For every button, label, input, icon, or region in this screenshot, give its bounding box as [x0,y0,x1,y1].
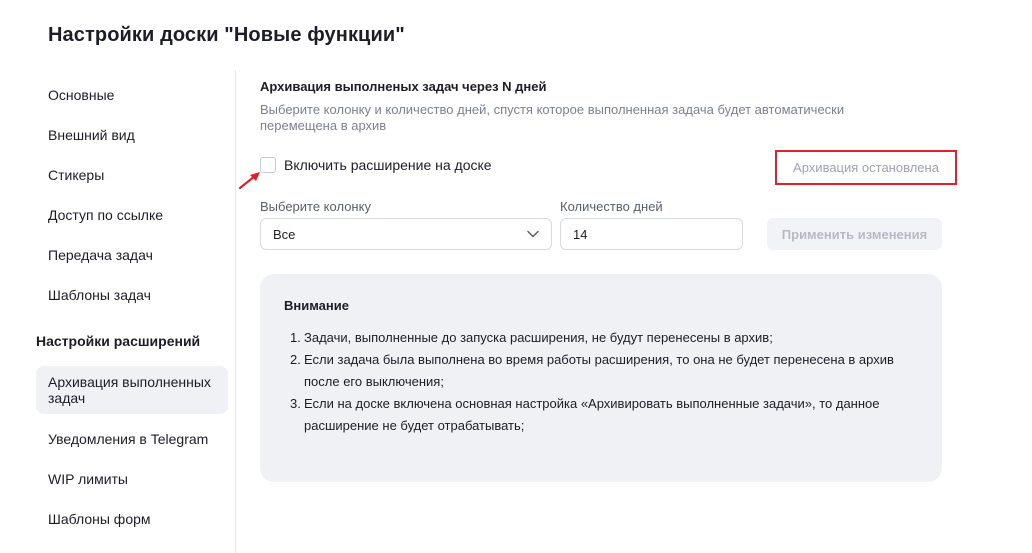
column-select-label: Выберите колонку [260,199,371,214]
section-description: Выберите колонку и количество дней, спус… [260,102,845,133]
sidebar-item-telegram[interactable]: Уведомления в Telegram [48,431,208,447]
enable-extension-checkbox[interactable] [260,157,276,173]
archive-status-badge: Архивация остановлена [775,150,957,185]
days-count-label: Количество дней [560,199,663,214]
sidebar-item-wip-limits[interactable]: WIP лимиты [48,471,128,487]
sidebar-item-archive-completed[interactable]: Архивация выполненных задач [36,366,228,414]
enable-extension-checkbox-row[interactable]: Включить расширение на доске [260,157,492,173]
section-title: Архивация выполненых задач через N дней [260,79,547,94]
apply-changes-button[interactable]: Применить изменения [767,218,942,250]
days-count-input[interactable] [560,218,743,250]
board-settings-page: Настройки доски "Новые функции" Основные… [0,0,1032,553]
sidebar-item-general[interactable]: Основные [48,87,114,103]
sidebar-item-form-templates[interactable]: Шаблоны форм [48,511,151,527]
column-select-value: Все [273,226,296,242]
sidebar-item-stickers[interactable]: Стикеры [48,167,104,183]
notice-title: Внимание [284,298,349,313]
list-item: 3. Если на доске включена основная настр… [290,396,880,433]
list-item: 2. Если задача была выполнена во время р… [290,352,894,389]
sidebar-item-link-access[interactable]: Доступ по ссылке [48,207,163,223]
chevron-down-icon [527,230,539,238]
list-item: 1. Задачи, выполненные до запуска расшир… [290,330,773,345]
notice-list: 1. Задачи, выполненные до запуска расшир… [284,327,918,437]
sidebar: Основные Внешний вид Стикеры Доступ по с… [0,70,236,553]
enable-extension-label: Включить расширение на доске [284,157,492,173]
red-arrow-icon [238,172,260,190]
sidebar-item-task-templates[interactable]: Шаблоны задач [48,287,151,303]
sidebar-item-appearance[interactable]: Внешний вид [48,127,135,143]
sidebar-item-task-transfer[interactable]: Передача задач [48,247,153,263]
main-content: Архивация выполненых задач через N дней … [238,0,960,553]
sidebar-section-heading: Настройки расширений [36,333,201,349]
warning-notice: Внимание 1. Задачи, выполненные до запус… [260,274,942,482]
column-select[interactable]: Все [260,218,552,250]
